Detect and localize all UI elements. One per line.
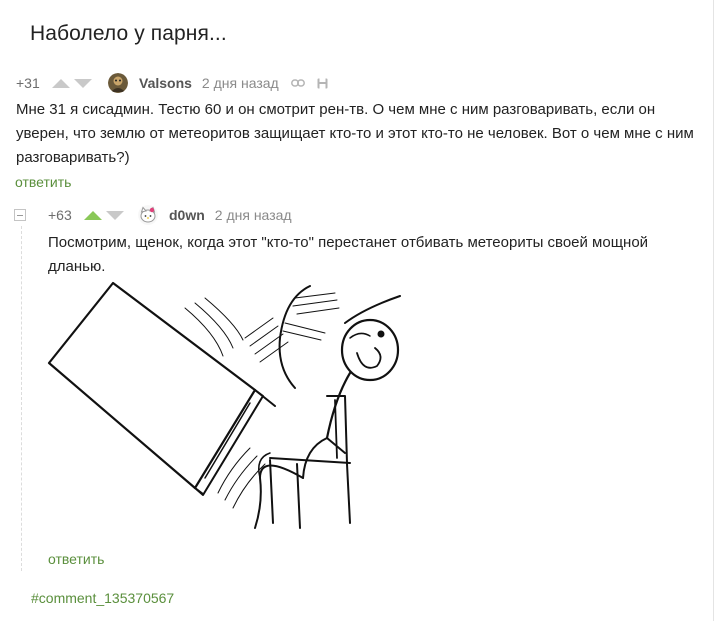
downvote-button[interactable] <box>106 210 124 220</box>
comment-rating: +31 <box>16 75 40 91</box>
vote-controls <box>52 78 96 88</box>
comment-anchor-link[interactable]: #comment_135370567 <box>31 590 174 606</box>
avatar[interactable] <box>108 73 128 93</box>
comment-text: Мне 31 я сисадмин. Тестю 60 и он смотрит… <box>16 101 694 166</box>
avatar[interactable] <box>138 205 158 225</box>
reply-comment-author[interactable]: d0wn <box>169 207 205 223</box>
post-title[interactable]: Наболело у парня... <box>30 22 227 46</box>
reply-comment-header: +63 d0wn 2 дня назад <box>48 203 292 227</box>
reply-button[interactable]: ответить <box>15 174 71 190</box>
comment-header: +31 Valsons 2 дня назад <box>16 71 328 95</box>
table-flip-meme-image[interactable] <box>45 278 410 550</box>
reply-vote-controls <box>84 210 128 220</box>
comment-author[interactable]: Valsons <box>139 75 192 91</box>
upvote-button[interactable] <box>52 78 70 88</box>
collapse-thread-button[interactable] <box>14 209 26 221</box>
reply-button[interactable]: ответить <box>48 551 104 567</box>
upvote-button[interactable] <box>84 210 102 220</box>
link-icon[interactable] <box>290 78 305 88</box>
reply-comment-text: Посмотрим, щенок, когда этот "кто-то" пе… <box>48 234 649 275</box>
comment-time[interactable]: 2 дня назад <box>202 75 279 91</box>
save-icon[interactable] <box>317 78 328 89</box>
reply-comment-time[interactable]: 2 дня назад <box>215 207 292 223</box>
reply-comment-rating: +63 <box>48 207 72 223</box>
downvote-button[interactable] <box>74 78 92 88</box>
thread-line[interactable] <box>21 226 22 571</box>
comment-page: Наболело у парня... +31 Valsons 2 дня на… <box>0 0 714 621</box>
